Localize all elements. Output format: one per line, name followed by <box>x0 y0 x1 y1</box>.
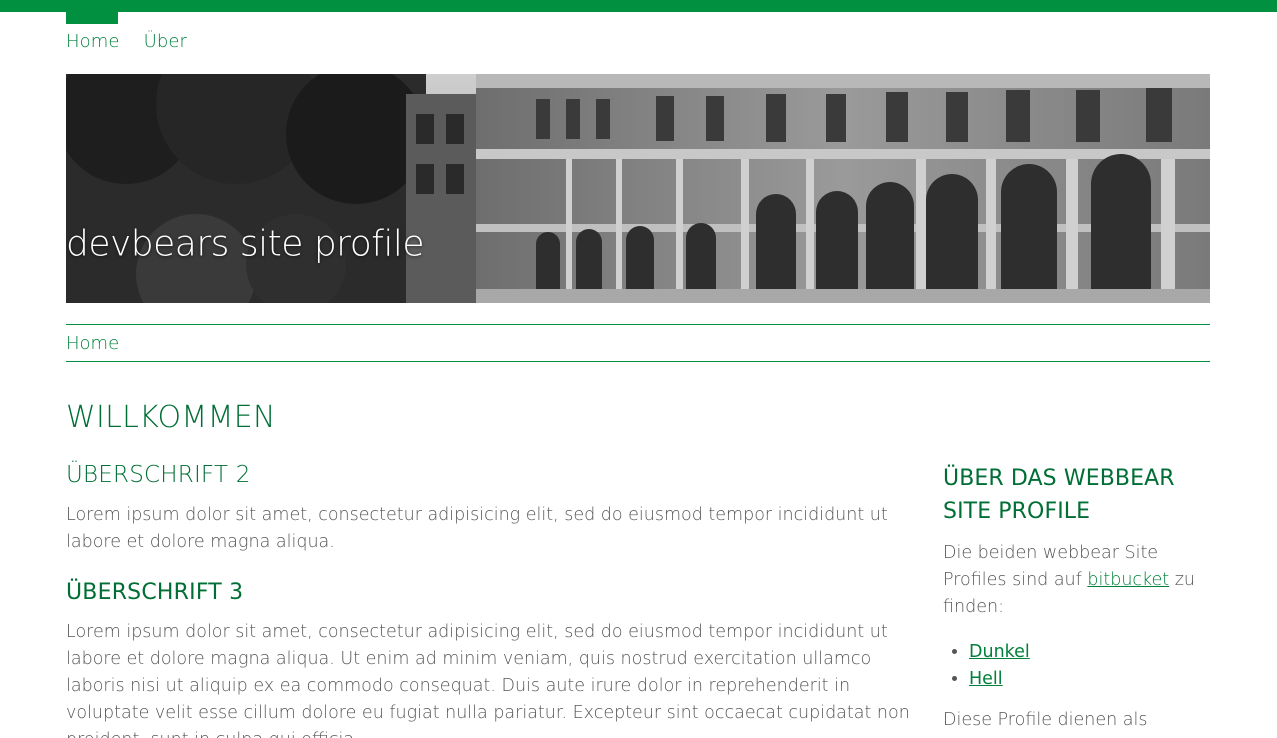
breadcrumb-item-home[interactable]: Home <box>66 333 119 354</box>
main-navigation: Home Über <box>66 31 187 52</box>
nav-item-home[interactable]: Home <box>66 31 120 52</box>
paragraph-1: Lorem ipsum dolor sit amet, consectetur … <box>66 505 888 552</box>
sidebar: ÜBER DAS WEBBEAR SITE PROFILE Die beiden… <box>943 462 1211 734</box>
list-item: Hell <box>969 666 1211 693</box>
breadcrumb: Home <box>66 324 1210 362</box>
top-accent-bar <box>0 0 1277 12</box>
active-nav-indicator <box>66 12 118 24</box>
site-title: devbears site profile <box>66 223 425 265</box>
profile-link-list: Dunkel Hell <box>969 639 1211 693</box>
page-title: WILLKOMMEN <box>66 400 276 435</box>
paragraph-2: Lorem ipsum dolor sit amet, consectetur … <box>66 622 910 738</box>
link-hell[interactable]: Hell <box>969 669 1003 689</box>
sidebar-intro: Die beiden webbear Site Profiles sind au… <box>943 540 1211 621</box>
heading-3: ÜBERSCHRIFT 3 <box>66 580 244 605</box>
bitbucket-link[interactable]: bitbucket <box>1087 570 1169 590</box>
hero-banner: devbears site profile <box>66 74 1210 303</box>
main-content: ÜBERSCHRIFT 2 Lorem ipsum dolor sit amet… <box>66 462 918 738</box>
sidebar-title: ÜBER DAS WEBBEAR SITE PROFILE <box>943 466 1175 524</box>
list-item: Dunkel <box>969 639 1211 666</box>
building-facade-photo <box>66 74 1210 303</box>
nav-item-ueber[interactable]: Über <box>144 31 187 52</box>
heading-2: ÜBERSCHRIFT 2 <box>66 462 251 488</box>
link-dunkel[interactable]: Dunkel <box>969 642 1030 662</box>
sidebar-outro: Diese Profile dienen als <box>943 710 1148 730</box>
